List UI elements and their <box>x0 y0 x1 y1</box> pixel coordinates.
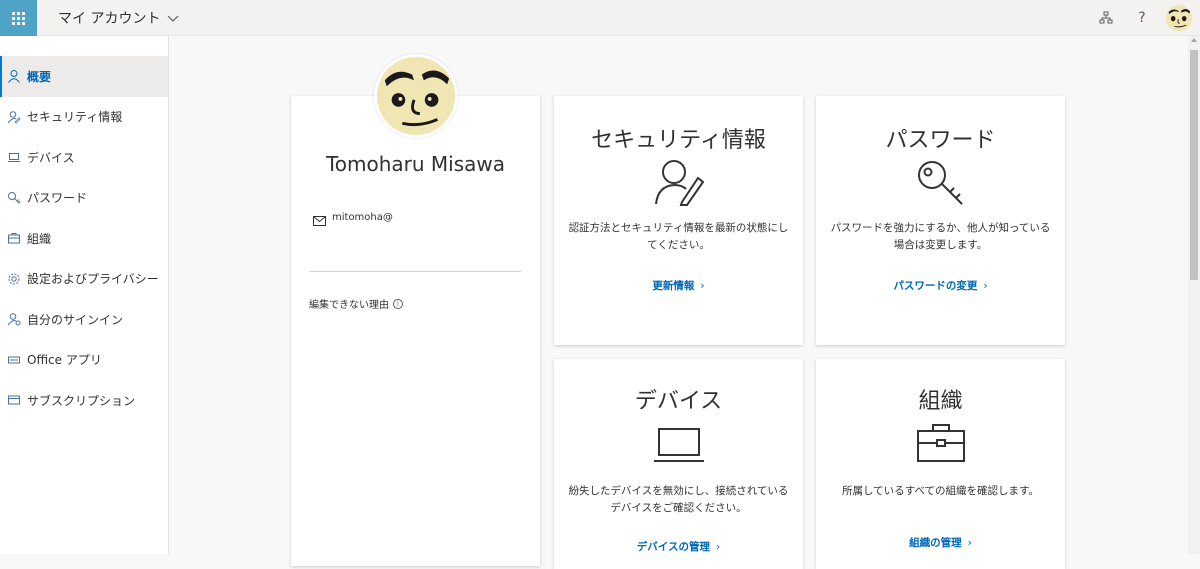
card-description: パスワードを強力にするか、他人が知っている場合は変更します。 <box>830 222 1051 251</box>
help-button[interactable]: ? <box>1124 0 1160 36</box>
security-person-icon <box>7 110 21 124</box>
manage-organizations-link-label: 組織の管理 <box>909 537 962 549</box>
signin-icon <box>7 312 21 326</box>
manage-devices-link[interactable]: デバイスの管理 › <box>554 539 803 554</box>
sidebar-item-label: 設定およびプライバシー <box>27 272 159 287</box>
profile-email: mitomoha@ <box>313 208 393 226</box>
sidebar-item-label: 組織 <box>27 231 52 246</box>
sidebar: 概要 セキュリティ情報 デバイス パスワード 組織 設定およびプライバシー 自分… <box>0 36 169 554</box>
app-title-dropdown[interactable]: マイ アカウント <box>58 8 180 28</box>
change-password-link[interactable]: パスワードの変更 › <box>816 278 1065 293</box>
key-icon <box>917 161 963 205</box>
security-person-icon <box>654 160 704 206</box>
security-info-card: セキュリティ情報 認証方法とセキュリティ情報を最新の状態にしてください。 更新情… <box>554 96 803 345</box>
card-title: デバイス <box>634 389 723 414</box>
scrollbar-thumb[interactable] <box>1190 50 1198 280</box>
laptop-icon <box>7 150 21 164</box>
key-icon <box>7 191 21 205</box>
sidebar-item-my-signins[interactable]: 自分のサインイン <box>0 299 168 340</box>
briefcase-icon <box>916 424 965 462</box>
person-icon <box>7 69 21 84</box>
sidebar-item-overview[interactable]: 概要 <box>0 56 168 97</box>
card-title: パスワード <box>885 128 996 153</box>
gear-icon <box>7 272 21 286</box>
update-info-link-label: 更新情報 <box>652 280 695 292</box>
briefcase-icon <box>7 231 21 245</box>
info-icon[interactable]: i <box>393 298 403 309</box>
sidebar-item-label: デバイス <box>27 150 75 165</box>
card-title: セキュリティ情報 <box>591 128 766 153</box>
help-icon: ? <box>1138 10 1146 26</box>
sidebar-item-label: サブスクリプション <box>27 393 136 408</box>
top-bar: マイ アカウント ? <box>0 0 1200 36</box>
password-card: パスワード パスワードを強力にするか、他人が知っている場合は変更します。 パスワ… <box>816 96 1065 345</box>
card-description: 紛失したデバイスを無効にし、接続されているデバイスをご確認ください。 <box>568 485 789 514</box>
org-chart-button[interactable] <box>1088 0 1124 36</box>
divider <box>309 271 521 272</box>
chevron-right-icon: › <box>700 280 705 292</box>
chevron-right-icon: › <box>715 541 721 553</box>
sidebar-item-label: パスワード <box>27 191 88 206</box>
avatar-face-icon <box>1166 5 1192 31</box>
avatar-face-icon <box>377 57 455 135</box>
card-icon <box>7 393 21 407</box>
chevron-right-icon: › <box>967 537 972 549</box>
waffle-icon <box>12 11 25 25</box>
card-description: 認証方法とセキュリティ情報を最新の状態にしてください。 <box>568 222 789 251</box>
organization-card: 組織 所属しているすべての組織を確認します。 組織の管理 › <box>816 359 1065 569</box>
account-avatar-button[interactable] <box>1166 5 1192 31</box>
sidebar-item-devices[interactable]: デバイス <box>0 137 168 178</box>
chevron-right-icon: › <box>983 280 988 292</box>
cannot-edit-reason-label: 編集できない理由 <box>309 300 389 311</box>
sidebar-item-label: Office アプリ <box>27 353 102 368</box>
sidebar-item-label: 自分のサインイン <box>27 312 124 327</box>
manage-devices-link-label: デバイスの管理 <box>636 541 710 553</box>
card-title: 組織 <box>918 389 963 414</box>
devices-card: デバイス 紛失したデバイスを無効にし、接続されているデバイスをご確認ください。 … <box>554 359 803 569</box>
sidebar-item-password[interactable]: パスワード <box>0 178 168 219</box>
app-launcher-button[interactable] <box>0 0 37 36</box>
profile-email-value: mitomoha@ <box>332 211 393 223</box>
card-description: 所属しているすべての組織を確認します。 <box>842 485 1039 497</box>
org-chart-icon <box>1099 11 1113 24</box>
mail-icon <box>313 216 326 226</box>
app-title: マイ アカウント <box>58 11 161 27</box>
sidebar-item-security-info[interactable]: セキュリティ情報 <box>0 97 168 138</box>
scroll-up-icon[interactable] <box>1191 38 1197 42</box>
sidebar-item-settings-privacy[interactable]: 設定およびプライバシー <box>0 259 168 300</box>
profile-avatar[interactable] <box>374 54 458 138</box>
sidebar-item-office-apps[interactable]: Office アプリ <box>0 340 168 381</box>
cannot-edit-reason[interactable]: 編集できない理由 i <box>309 296 403 311</box>
update-info-link[interactable]: 更新情報 › <box>554 278 803 293</box>
change-password-link-label: パスワードの変更 <box>893 280 978 292</box>
chevron-down-icon <box>168 15 179 22</box>
office-icon <box>7 353 21 367</box>
profile-name: Tomoharu Misawa <box>325 152 506 176</box>
sidebar-item-label: セキュリティ情報 <box>27 110 123 125</box>
sidebar-item-subscriptions[interactable]: サブスクリプション <box>0 380 168 421</box>
scrollbar[interactable] <box>1188 36 1200 554</box>
sidebar-item-organization[interactable]: 組織 <box>0 218 168 259</box>
sidebar-item-label: 概要 <box>27 69 52 84</box>
laptop-icon <box>653 428 704 462</box>
manage-organizations-link[interactable]: 組織の管理 › <box>816 535 1065 550</box>
